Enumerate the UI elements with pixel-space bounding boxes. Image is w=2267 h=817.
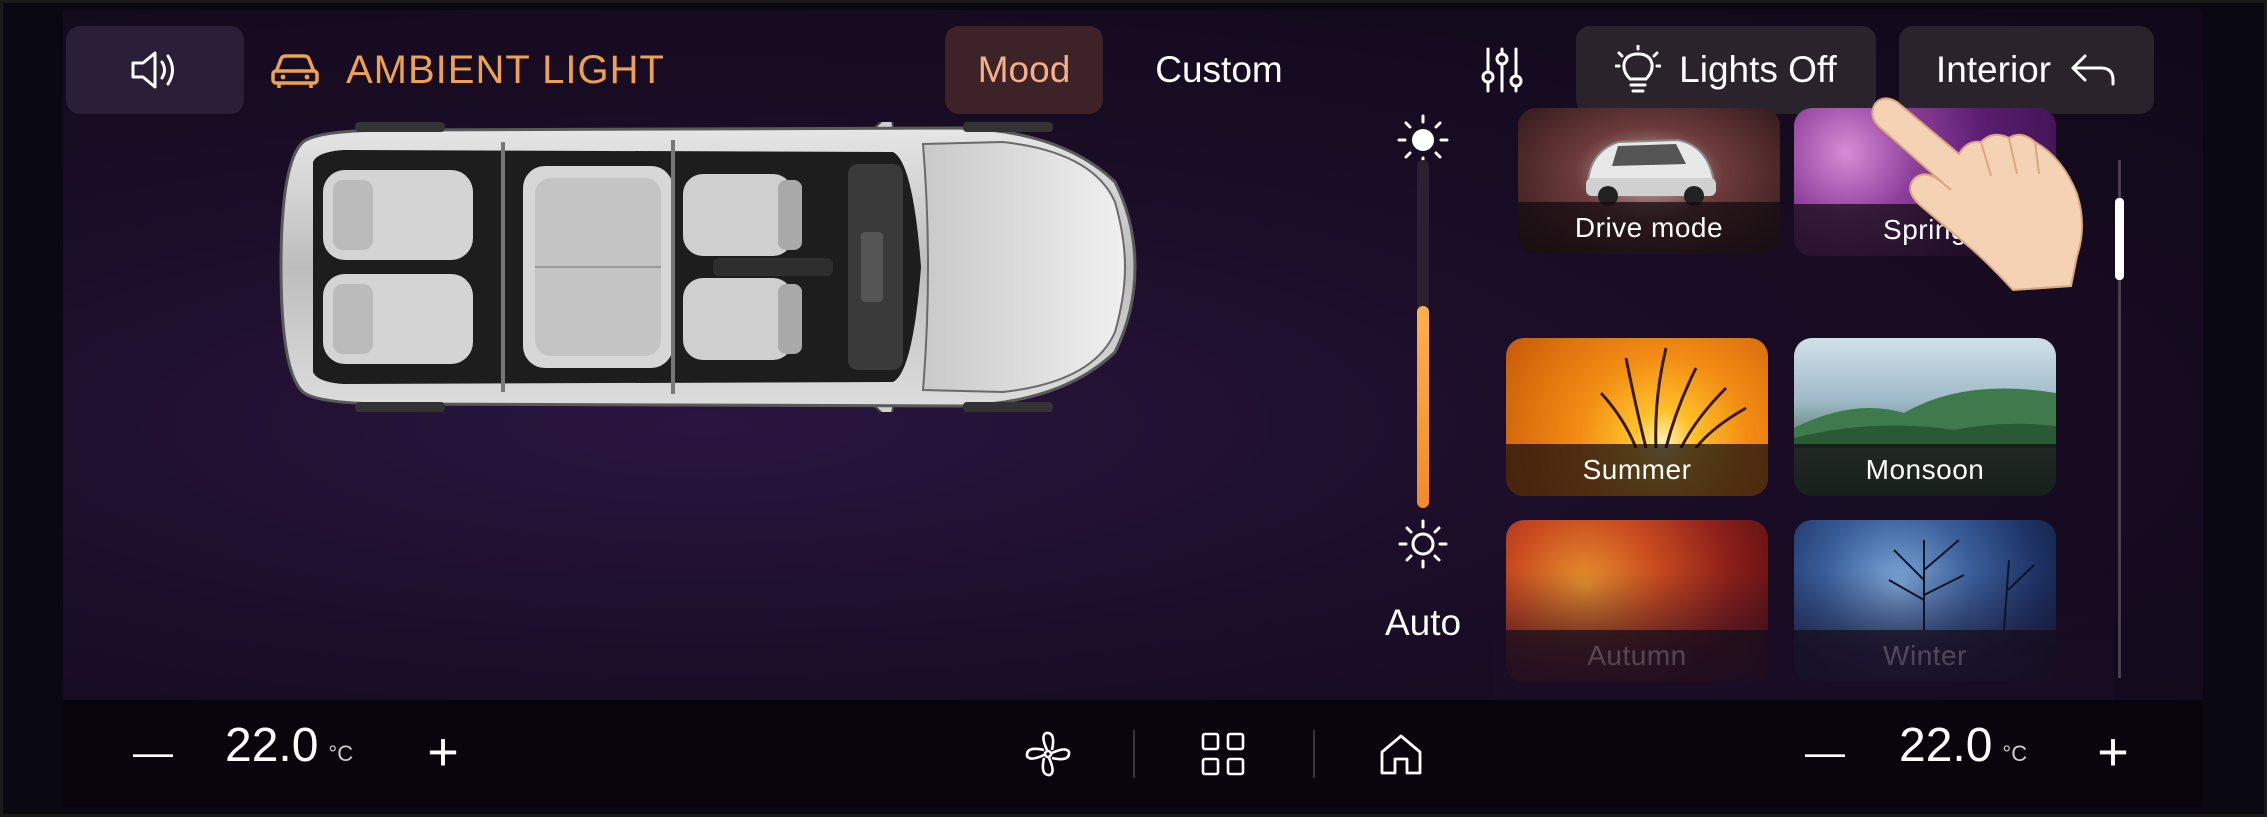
divider xyxy=(1313,730,1315,778)
drive-mode-image xyxy=(1586,138,1716,206)
minus-label: — xyxy=(133,730,173,775)
fan-button[interactable] xyxy=(1018,724,1078,784)
plus-label: + xyxy=(2097,722,2129,782)
mood-tile-monsoon[interactable]: Monsoon xyxy=(1794,338,2056,496)
sliders-icon xyxy=(1481,47,1523,93)
left-temp-value: 22.0 xyxy=(225,719,319,772)
mood-tile-autumn[interactable]: Autumn xyxy=(1506,520,1768,682)
climate-bar: — 22.0 °C + — 22.0 °C + xyxy=(63,700,2203,807)
mood-tile-label: Autumn xyxy=(1506,630,1768,682)
interior-label: Interior xyxy=(1935,49,2052,90)
apps-grid-icon xyxy=(1201,732,1245,776)
back-arrow-icon xyxy=(2071,54,2115,86)
lights-off-button[interactable]: Lights Off xyxy=(1576,26,1876,114)
car-icon xyxy=(271,54,319,88)
settings-sliders-button[interactable] xyxy=(1458,26,1546,114)
tab-custom-label: Custom xyxy=(1155,49,1283,90)
tab-mood[interactable]: Mood xyxy=(945,26,1103,114)
plus-label: + xyxy=(427,722,459,782)
brightness-slider-fill xyxy=(1417,306,1429,508)
sun-outline-icon xyxy=(1398,519,1448,569)
right-temperature: 22.0 °C xyxy=(1899,718,2027,788)
divider xyxy=(1133,730,1135,778)
minus-label: — xyxy=(1805,730,1845,775)
mood-tile-winter[interactable]: Winter xyxy=(1794,520,2056,682)
mood-list-scrollbar-thumb[interactable] xyxy=(2115,198,2124,280)
mood-tile-label: Winter xyxy=(1794,630,2056,682)
speaker-volume-icon xyxy=(131,51,174,89)
left-temp-unit: °C xyxy=(328,741,354,766)
page-header: AMBIENT LIGHT xyxy=(270,40,665,100)
bulb-icon xyxy=(1615,45,1662,93)
car-top-view-image xyxy=(279,122,1137,412)
apps-button[interactable] xyxy=(1193,724,1253,784)
home-icon xyxy=(1380,734,1422,775)
left-temperature: 22.0 °C xyxy=(225,718,353,788)
tab-mood-label: Mood xyxy=(977,49,1071,90)
monsoon-hills-image xyxy=(1794,388,2056,448)
hand-pointer-icon xyxy=(1871,97,2083,292)
summer-grass-image xyxy=(1599,347,1747,448)
mood-tile-summer[interactable]: Summer xyxy=(1506,338,1768,496)
lights-off-label: Lights Off xyxy=(1679,49,1837,90)
left-temp-increase-button[interactable]: + xyxy=(413,722,473,782)
page-title: AMBIENT LIGHT xyxy=(346,47,665,92)
winter-branches-image xyxy=(1888,539,2035,630)
right-temp-unit: °C xyxy=(2002,741,2028,766)
right-temp-value: 22.0 xyxy=(1899,719,1993,772)
auto-brightness-button[interactable]: Auto xyxy=(1363,602,1483,644)
fan-icon xyxy=(1025,731,1071,777)
sound-button[interactable] xyxy=(66,26,244,114)
mood-tile-label: Drive mode xyxy=(1518,202,1780,254)
left-temp-decrease-button[interactable]: — xyxy=(123,728,183,778)
right-temp-decrease-button[interactable]: — xyxy=(1795,728,1855,778)
mood-tile-drive-mode[interactable]: Drive mode xyxy=(1518,108,1780,254)
mood-tile-label: Monsoon xyxy=(1794,444,2056,496)
home-button[interactable] xyxy=(1371,724,1431,784)
tab-custom[interactable]: Custom xyxy=(1129,26,1309,114)
mood-tile-label: Summer xyxy=(1506,444,1768,496)
ambient-light-screen: AMBIENT LIGHT Mood Custom Lights Off Int… xyxy=(63,10,2203,700)
right-temp-increase-button[interactable]: + xyxy=(2083,722,2143,782)
